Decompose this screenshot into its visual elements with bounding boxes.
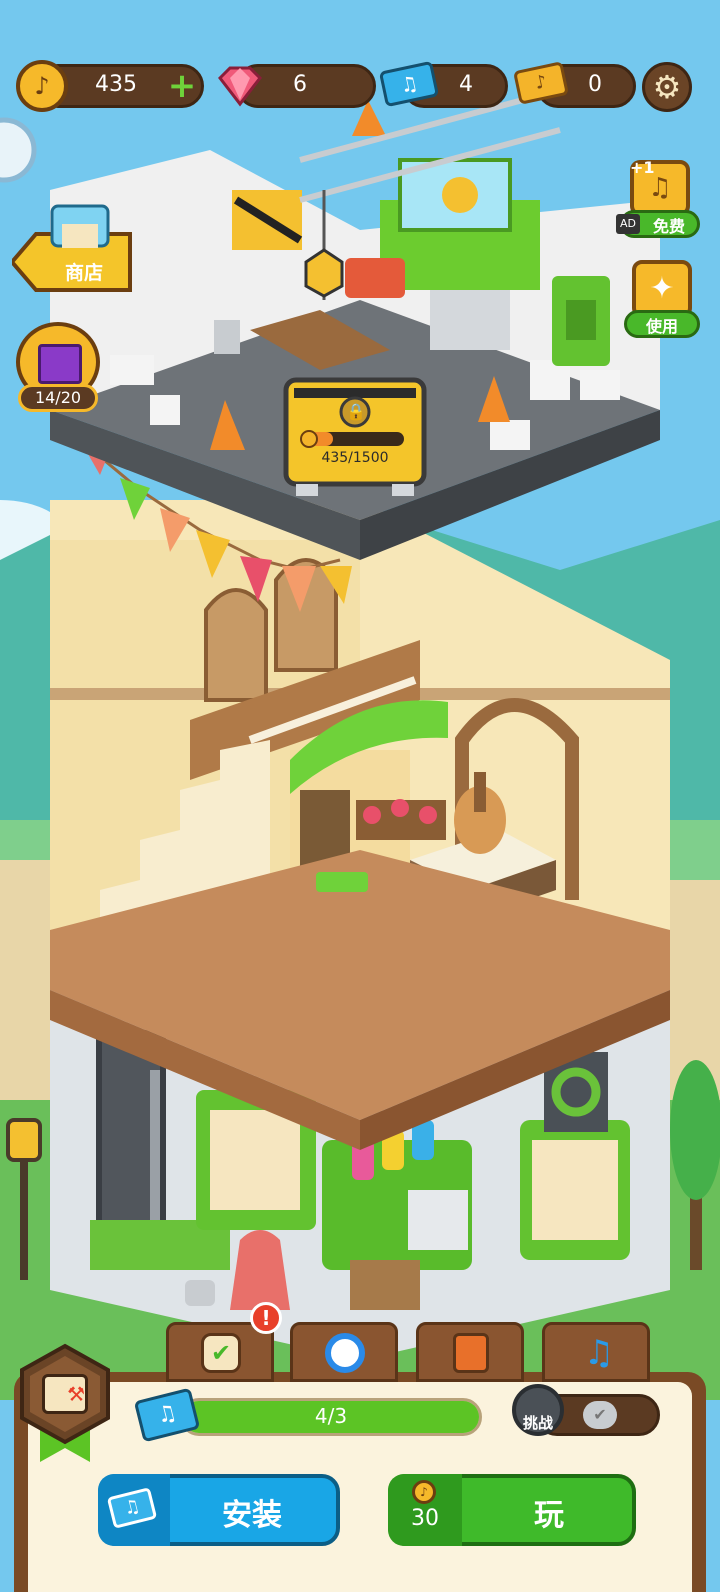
- music-list-icon: ♫: [583, 1333, 615, 1373]
- construction-progress-bar: [304, 432, 404, 446]
- play-cost-coin-icon: ♪: [412, 1480, 436, 1504]
- shop-button[interactable]: 商店: [9, 196, 134, 294]
- free-ticket-ad-button[interactable]: ♫ +1 AD 免费: [616, 158, 700, 242]
- challenge-label: 挑战: [522, 1414, 553, 1432]
- install-label: 安装: [222, 1498, 282, 1533]
- gear-icon: ⚙: [652, 68, 682, 106]
- shop-label: 商店: [64, 262, 103, 284]
- crate-progress-text: 14/20: [34, 388, 82, 407]
- construction-coin-icon: [300, 430, 318, 448]
- play-cost-value: 30: [411, 1506, 439, 1531]
- tab-decorate[interactable]: [416, 1322, 524, 1382]
- crate-button[interactable]: 14/20: [14, 322, 104, 414]
- boost-use-button[interactable]: ✦ 使用: [620, 258, 704, 342]
- ticket-progress-text: 4/3: [314, 1404, 348, 1428]
- play-button[interactable]: ♪ 30 玩: [388, 1474, 636, 1546]
- coins-value: 435: [95, 72, 137, 97]
- music-tickets-value: 4: [459, 72, 473, 97]
- construction-progress-text: 435/1500: [321, 450, 389, 466]
- play-cost-area: ♪ 30: [388, 1474, 462, 1546]
- build-tools-icon: ⚒: [42, 1374, 88, 1414]
- gold-tickets-value: 0: [588, 72, 602, 97]
- add-coins-button[interactable]: +: [166, 68, 198, 104]
- paint-book-icon: [453, 1333, 489, 1373]
- settings-button[interactable]: ⚙: [642, 62, 692, 112]
- install-ticket-icon: ♫: [98, 1474, 170, 1546]
- ad-tag: AD: [616, 214, 640, 234]
- free-ad-badge: +1: [630, 158, 655, 177]
- tab-songs[interactable]: ♫: [542, 1322, 650, 1382]
- target-icon: [325, 1333, 365, 1373]
- install-button[interactable]: ♫ 安装: [98, 1474, 340, 1546]
- check-shield-icon: ✔: [201, 1333, 241, 1373]
- tasks-alert-icon: !: [250, 1302, 282, 1334]
- gem-icon: [214, 60, 266, 112]
- tab-goals[interactable]: [290, 1322, 398, 1382]
- toggle-knob: ✔: [583, 1401, 617, 1429]
- coin-icon: ♪: [16, 60, 68, 112]
- construction-lock-icon: 🔒: [346, 402, 366, 421]
- play-label: 玩: [534, 1498, 564, 1533]
- build-hex-button[interactable]: ⚒: [18, 1342, 112, 1466]
- use-label: 使用: [645, 317, 678, 336]
- gems-value: 6: [293, 72, 307, 97]
- free-ad-label: 免费: [652, 217, 685, 236]
